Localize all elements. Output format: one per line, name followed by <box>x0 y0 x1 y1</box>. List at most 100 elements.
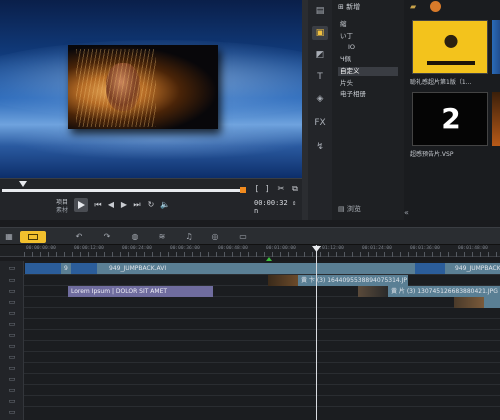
overlay-track-icon[interactable]: ▭ <box>4 385 20 396</box>
category-item[interactable]: 电子相册 <box>338 90 398 99</box>
import-label: 新增 <box>346 3 361 11</box>
timecode-value: 00:00:32 <box>254 199 288 207</box>
folder-icon[interactable]: ▰ <box>410 2 416 11</box>
template-thumbnail-partial[interactable] <box>492 92 500 146</box>
timecode-stepper-icon[interactable]: ⇕ <box>292 199 296 207</box>
overlay-clip-thumbnail[interactable] <box>268 275 298 286</box>
video-clip-marker[interactable]: 9 <box>61 263 71 274</box>
path-tab-icon[interactable]: ↯ <box>312 140 328 154</box>
template-thumbnail-partial[interactable] <box>492 20 500 74</box>
category-item[interactable]: Ч佩 <box>338 55 398 64</box>
timeline-tracks: ▭ ▭ ▭ ▭ ▭ ▭ ▭ ▭ ▭ ▭ ▭ ▭ ▭ ▭ 9 949_JUMPBA… <box>0 261 500 420</box>
track-divider <box>24 274 500 275</box>
mark-in-icon[interactable]: [ <box>253 184 261 194</box>
import-button[interactable]: ⊞ 新增 <box>338 2 398 12</box>
playback-bar: [ ] ✂ ⧉ 项目 素材 ⏮ ◀ ▶ ⏭ ↻ 🔈 00:00:32 ⇕ n <box>0 178 304 220</box>
overlay-clip-thumbnail[interactable] <box>358 286 388 297</box>
fx-tab-icon[interactable]: FX <box>312 116 328 130</box>
clip-mode-label[interactable]: 素材 <box>56 205 72 214</box>
category-item[interactable]: 片头 <box>338 79 398 88</box>
track-divider <box>24 384 500 385</box>
scrub-track[interactable] <box>2 189 244 192</box>
undo-icon[interactable]: ↶ <box>72 231 86 243</box>
browse-button[interactable]: ▤ 浏览 <box>338 204 378 215</box>
mark-out-handle[interactable] <box>240 187 246 193</box>
library-tab-bar: ▤ ▣ ◩ T ◈ FX ↯ <box>308 0 332 220</box>
overlay-track-icon[interactable]: ▭ <box>4 352 20 363</box>
video-clip[interactable]: 949_JUMPBACK.AVI <box>97 263 415 274</box>
overlay-track-icon[interactable]: ▭ <box>4 341 20 352</box>
timeline-view-icon <box>28 234 38 240</box>
previous-frame-icon[interactable]: ◀ <box>106 200 116 210</box>
playhead-line[interactable] <box>316 245 317 420</box>
video-track-icon[interactable]: ▭ <box>4 263 20 274</box>
video-clip[interactable] <box>25 263 61 274</box>
record-capture-icon[interactable]: ◍ <box>128 231 142 243</box>
overlay-track-icon[interactable]: ▭ <box>4 363 20 374</box>
overlay-clip[interactable]: 黄 卞 (3) 1644095538894075314.JP <box>298 275 408 286</box>
mark-out-icon[interactable]: ] <box>263 184 271 194</box>
preview-photo-overlay[interactable] <box>68 45 218 129</box>
global-icon[interactable] <box>430 1 441 12</box>
category-item[interactable]: IO <box>338 43 398 52</box>
transition-tab-icon[interactable]: ◩ <box>312 48 328 62</box>
overlay-track-icon[interactable]: ▭ <box>4 297 20 308</box>
enlarge-icon[interactable]: ⧉ <box>290 184 300 194</box>
category-item[interactable]: 縮 <box>338 20 398 29</box>
overlay-track-icon[interactable]: ▭ <box>4 319 20 330</box>
motion-tracking-icon[interactable]: ◎ <box>208 231 222 243</box>
video-clip-thumbnail[interactable] <box>415 263 445 274</box>
storyboard-view-icon[interactable]: ▦ <box>2 231 16 243</box>
play-button[interactable] <box>74 198 88 212</box>
browse-label: 浏览 <box>346 205 361 213</box>
repeat-icon[interactable]: ↻ <box>146 200 156 210</box>
ruler-tick-label: 00:00:24:00 <box>122 246 152 251</box>
play-icon <box>78 201 85 209</box>
thumbnail-number: 2 <box>441 102 461 135</box>
overlay-clip[interactable] <box>484 297 500 308</box>
timeline-view-button[interactable] <box>20 231 46 243</box>
timecode-display[interactable]: 00:00:32 ⇕ n <box>254 199 300 215</box>
sound-mixer-icon[interactable]: ≋ <box>155 231 169 243</box>
title-tab-icon[interactable]: T <box>312 70 328 84</box>
ruler-tick-label: 00:00:36:00 <box>170 246 200 251</box>
ruler-tick-label: 00:00:48:00 <box>218 246 248 251</box>
overlay-track-icon[interactable]: ▭ <box>4 407 20 418</box>
ruler-tick-label: 00:01:24:00 <box>362 246 392 251</box>
auto-music-icon[interactable]: ♫ <box>182 231 196 243</box>
template-thumbnail[interactable]: 2 <box>412 92 488 146</box>
thumbnail-caption: 聪礼感超片第1版（1... <box>410 79 472 86</box>
timeline-toolbar: ▦ ↶ ↷ ◍ ≋ ♫ ◎ ▭ <box>0 227 500 245</box>
overlay-clip-thumbnail[interactable] <box>454 297 484 308</box>
overlay-clip[interactable]: 黄 片 (3) 13074512668388042​1.JPG <box>388 286 500 297</box>
overlay-track-icon[interactable]: ▭ <box>4 396 20 407</box>
media-tab-icon[interactable]: ▤ <box>312 4 328 18</box>
instant-project-tab-icon[interactable]: ▣ <box>312 26 328 40</box>
category-item[interactable]: い丁 <box>338 32 398 41</box>
timeline-ruler[interactable]: 00:00:00:00 00:00:12:00 00:00:24:00 00:0… <box>0 245 500 257</box>
overlay-track-icon[interactable]: ▭ <box>4 308 20 319</box>
end-icon[interactable]: ⏭ <box>132 200 142 210</box>
split-clip-icon[interactable]: ✂ <box>276 184 286 194</box>
video-clip-thumbnail[interactable] <box>71 263 97 274</box>
collapse-library-icon[interactable]: « <box>404 208 414 218</box>
video-clip[interactable]: 949_JUMPBACK <box>445 263 500 274</box>
title-clip[interactable]: Lorem Ipsum | DOLOR SIT AMET <box>68 286 213 297</box>
overlay-track-icon[interactable]: ▭ <box>4 330 20 341</box>
ruler-tick-label: 00:01:36:00 <box>410 246 440 251</box>
home-icon[interactable]: ⏮ <box>93 200 103 210</box>
overlay-track-icon[interactable]: ▭ <box>4 286 20 297</box>
next-frame-icon[interactable]: ▶ <box>119 200 129 210</box>
scrub-handle[interactable] <box>19 181 27 187</box>
overlay-track-icon[interactable]: ▭ <box>4 275 20 286</box>
track-divider <box>24 395 500 396</box>
graphic-tab-icon[interactable]: ◈ <box>312 92 328 106</box>
thumbnail-caption: 超感预告片.VSP <box>410 151 454 158</box>
preview-window[interactable] <box>0 0 304 178</box>
category-item-selected[interactable]: 自定义 <box>338 67 398 76</box>
volume-icon[interactable]: 🔈 <box>160 200 170 210</box>
redo-icon[interactable]: ↷ <box>100 231 114 243</box>
template-thumbnail[interactable] <box>412 20 488 74</box>
overlay-track-icon[interactable]: ▭ <box>4 374 20 385</box>
subtitle-editor-icon[interactable]: ▭ <box>236 231 250 243</box>
